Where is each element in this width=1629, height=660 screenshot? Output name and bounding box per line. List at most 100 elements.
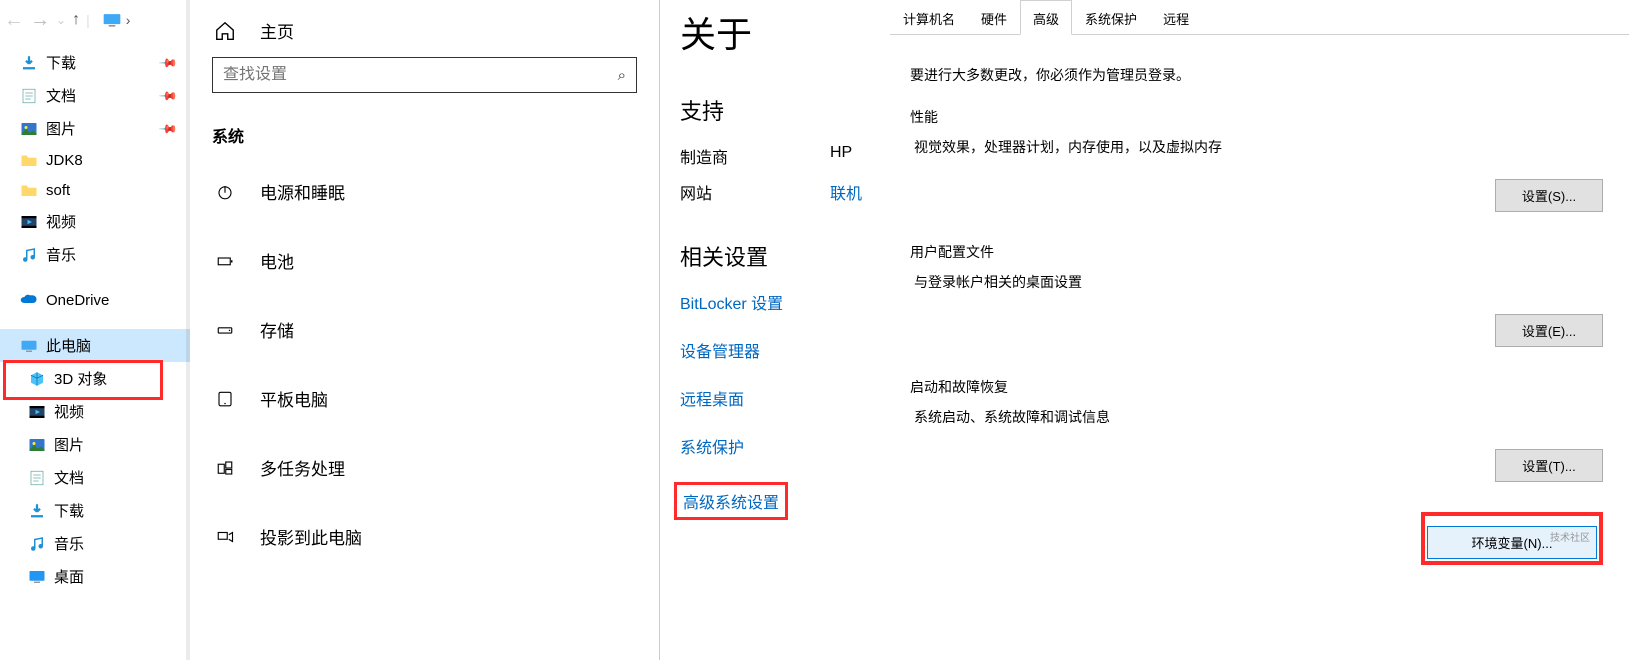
download-icon [28, 502, 46, 520]
tab-1[interactable]: 硬件 [968, 0, 1020, 35]
search-input[interactable] [223, 66, 618, 84]
related-link[interactable]: 高级系统设置 [674, 482, 788, 520]
settings-item-multitask[interactable]: 多任务处理 [190, 433, 659, 502]
tree-item-desktop[interactable]: 桌面 [0, 560, 190, 593]
tree-label: 视频 [46, 211, 76, 232]
property-group: 启动和故障恢复系统启动、系统故障和调试信息设置(T)... [910, 377, 1603, 482]
related-link[interactable]: 系统保护 [680, 434, 870, 458]
button-label: 环境变量(N)... [1472, 536, 1553, 551]
pic-icon [28, 436, 46, 454]
tree-label: 图片 [54, 434, 84, 455]
home-label: 主页 [260, 18, 294, 43]
tree-item-onedrive[interactable]: OneDrive [0, 285, 190, 315]
doc-icon [20, 87, 38, 105]
pin-icon: 📌 [158, 118, 178, 138]
tree-item-download[interactable]: 下载 📌 [0, 46, 190, 79]
settings-home-row[interactable]: 主页 [190, 0, 659, 53]
settings-item-label: 电源和睡眠 [260, 179, 345, 204]
3d-icon [28, 370, 46, 388]
related-title: 相关设置 [680, 240, 870, 272]
search-icon: ⌕ [618, 67, 626, 84]
settings-item-label: 存储 [260, 317, 294, 342]
system-category-label: 系统 [190, 93, 659, 157]
group-legend: 性能 [910, 107, 1603, 127]
about-title: 关于 [680, 6, 870, 58]
tree-item-video[interactable]: 视频 [0, 395, 190, 428]
music-icon [20, 246, 38, 264]
related-link[interactable]: BitLocker 设置 [680, 290, 870, 314]
nav-recent-icon[interactable]: ⌄ [56, 13, 66, 27]
group-settings-button[interactable]: 设置(E)... [1495, 314, 1603, 347]
tree-label: 桌面 [54, 566, 84, 587]
pc-icon [102, 12, 122, 28]
battery-icon [214, 250, 236, 272]
tree-item-folder[interactable]: JDK8 [0, 145, 190, 175]
tab-strip: 计算机名硬件高级系统保护远程 [870, 0, 1629, 35]
explorer-tree: 下载📌文档📌图片📌JDK8soft视频音乐 OneDrive 此电脑 3D 对象… [0, 40, 190, 599]
nav-up-icon[interactable]: ↑ [72, 11, 80, 29]
tab-4[interactable]: 远程 [1150, 0, 1202, 35]
address-bar[interactable]: › [102, 12, 131, 28]
group-legend: 启动和故障恢复 [910, 377, 1603, 397]
explorer-nav-bar: ← → ⌄ ↑ | › [0, 0, 190, 40]
tree-item-music[interactable]: 音乐 [0, 238, 190, 271]
group-settings-button[interactable]: 设置(T)... [1495, 449, 1603, 482]
settings-item-power[interactable]: 电源和睡眠 [190, 157, 659, 226]
property-group: 性能视觉效果，处理器计划，内存使用，以及虚拟内存设置(S)... [910, 107, 1603, 212]
nav-forward-icon[interactable]: → [30, 9, 50, 32]
pc-icon [20, 337, 38, 355]
tree-label: JDK8 [46, 152, 83, 169]
watermark-text: 技术社区 [1550, 529, 1590, 544]
tree-item-doc[interactable]: 文档 [0, 461, 190, 494]
tab-3[interactable]: 系统保护 [1072, 0, 1150, 35]
settings-search[interactable]: ⌕ [212, 57, 637, 93]
video-icon [20, 213, 38, 231]
tree-item-this-pc[interactable]: 此电脑 [0, 329, 190, 362]
tree-item-doc[interactable]: 文档📌 [0, 79, 190, 112]
group-settings-button[interactable]: 设置(S)... [1495, 179, 1603, 212]
power-icon [214, 181, 236, 203]
support-value[interactable]: 联机 [830, 180, 862, 204]
tree-label: 音乐 [54, 533, 84, 554]
env-variables-button[interactable]: 环境变量(N)... 技术社区 [1427, 526, 1597, 559]
tree-label: 3D 对象 [54, 368, 107, 389]
music-icon [28, 535, 46, 553]
group-legend: 用户配置文件 [910, 242, 1603, 262]
related-link[interactable]: 设备管理器 [680, 338, 870, 362]
tab-0[interactable]: 计算机名 [890, 0, 968, 35]
settings-item-tablet[interactable]: 平板电脑 [190, 364, 659, 433]
tree-label: 音乐 [46, 244, 76, 265]
storage-icon [214, 319, 236, 341]
related-link[interactable]: 远程桌面 [680, 386, 870, 410]
settings-item-project[interactable]: 投影到此电脑 [190, 502, 659, 571]
desktop-icon [28, 568, 46, 586]
tree-item-download[interactable]: 下载 [0, 494, 190, 527]
system-properties-dialog: 计算机名硬件高级系统保护远程 要进行大多数更改，你必须作为管理员登录。 性能视觉… [870, 0, 1629, 660]
tree-label: 图片 [46, 118, 76, 139]
tree-item-pic[interactable]: 图片 📌 [0, 112, 190, 145]
settings-item-label: 电池 [260, 248, 294, 273]
tree-label: OneDrive [46, 292, 109, 309]
settings-item-battery[interactable]: 电池 [190, 226, 659, 295]
pin-icon: 📌 [158, 52, 178, 72]
tree-label: 下载 [54, 500, 84, 521]
tree-label: 下载 [46, 52, 76, 73]
tree-item-video[interactable]: 视频 [0, 205, 190, 238]
highlight-box: 环境变量(N)... 技术社区 [1421, 512, 1603, 565]
settings-item-label: 投影到此电脑 [260, 524, 362, 549]
tree-label: soft [46, 182, 70, 199]
about-panel: 关于 支持 制造商HP网站联机 相关设置 BitLocker 设置设备管理器远程… [660, 0, 870, 660]
tree-label: 文档 [54, 467, 84, 488]
settings-item-label: 平板电脑 [260, 386, 328, 411]
settings-item-label: 多任务处理 [260, 455, 345, 480]
folder-icon [20, 151, 38, 169]
nav-back-icon[interactable]: ← [4, 9, 24, 32]
admin-note: 要进行大多数更改，你必须作为管理员登录。 [910, 65, 1603, 85]
settings-item-storage[interactable]: 存储 [190, 295, 659, 364]
support-key: 网站 [680, 180, 830, 204]
tree-item-pic[interactable]: 图片 [0, 428, 190, 461]
tree-item-folder[interactable]: soft [0, 175, 190, 205]
tree-item-3d[interactable]: 3D 对象 [0, 362, 190, 395]
tab-2[interactable]: 高级 [1020, 0, 1072, 35]
tree-item-music[interactable]: 音乐 [0, 527, 190, 560]
